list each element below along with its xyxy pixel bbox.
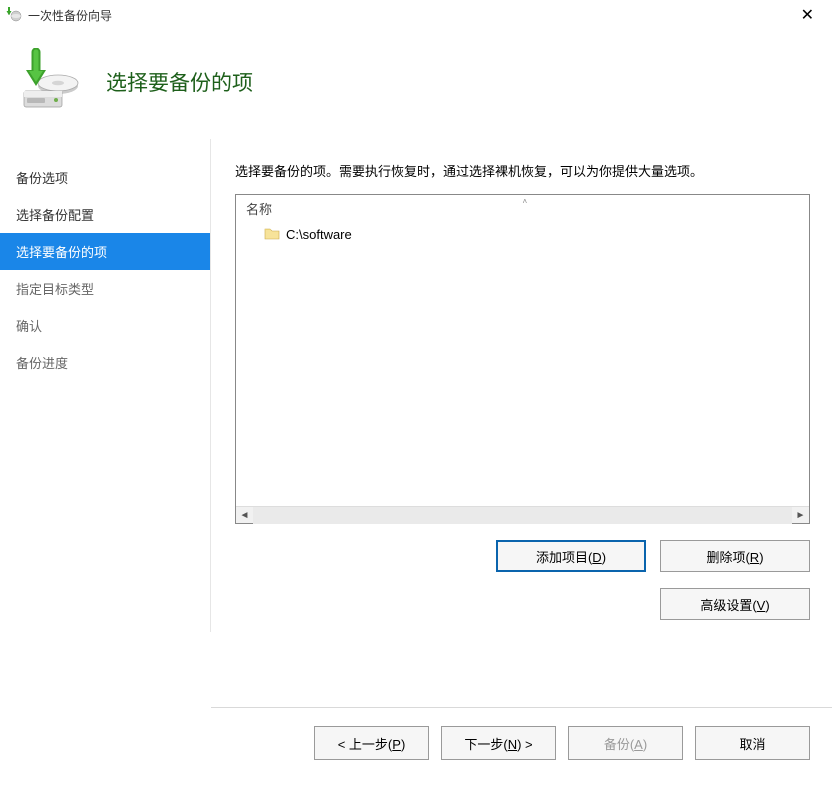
items-listbox[interactable]: 名称 ˄ C:\software ◄ ►: [235, 194, 810, 524]
cancel-label: 取消: [739, 734, 765, 753]
next-label: 下一步(N) >: [464, 734, 532, 753]
folder-icon: [264, 226, 280, 243]
close-button[interactable]: ✕: [795, 5, 820, 25]
add-item-button[interactable]: 添加项目(D): [496, 540, 646, 572]
horizontal-scrollbar[interactable]: ◄ ►: [236, 506, 809, 523]
previous-label: < 上一步(P): [338, 734, 406, 753]
next-button[interactable]: 下一步(N) >: [441, 726, 556, 760]
wizard-footer: < 上一步(P) 下一步(N) > 备份(A) 取消: [211, 707, 832, 778]
step-select-items[interactable]: 选择要备份的项: [0, 233, 210, 270]
window-title: 一次性备份向导: [28, 7, 112, 24]
titlebar: 一次性备份向导 ✕: [0, 0, 832, 30]
previous-button[interactable]: < 上一步(P): [314, 726, 429, 760]
wizard-page-title: 选择要备份的项: [106, 67, 253, 97]
step-progress[interactable]: 备份进度: [0, 344, 210, 381]
scroll-track[interactable]: [253, 507, 792, 524]
step-select-config[interactable]: 选择备份配置: [0, 196, 210, 233]
remove-item-button[interactable]: 删除项(R): [660, 540, 810, 572]
list-item-path: C:\software: [286, 227, 352, 242]
listbox-body[interactable]: C:\software: [236, 222, 809, 506]
wizard-header-icon: [18, 48, 82, 115]
list-item[interactable]: C:\software: [236, 224, 809, 245]
backup-button: 备份(A): [568, 726, 683, 760]
remove-item-label: 删除项(R): [706, 547, 763, 566]
backup-label: 备份(A): [604, 734, 647, 753]
column-header-label: 名称: [246, 202, 272, 217]
cancel-button[interactable]: 取消: [695, 726, 810, 760]
scroll-left-arrow-icon[interactable]: ◄: [236, 507, 253, 524]
add-item-label: 添加项目(D): [536, 547, 606, 566]
advanced-settings-button[interactable]: 高级设置(V): [660, 588, 810, 620]
step-confirm[interactable]: 确认: [0, 307, 210, 344]
step-backup-options[interactable]: 备份选项: [0, 159, 210, 196]
step-target-type[interactable]: 指定目标类型: [0, 270, 210, 307]
wizard-steps-sidebar: 备份选项 选择备份配置 选择要备份的项 指定目标类型 确认 备份进度: [0, 139, 211, 632]
app-icon: [6, 6, 22, 25]
advanced-settings-label: 高级设置(V): [700, 595, 769, 614]
column-header-name[interactable]: 名称 ˄: [236, 195, 809, 222]
sort-indicator-icon: ˄: [523, 197, 528, 206]
wizard-header: 选择要备份的项: [0, 30, 832, 139]
scroll-right-arrow-icon[interactable]: ►: [792, 507, 809, 524]
instruction-text: 选择要备份的项。需要执行恢复时，通过选择裸机恢复，可以为你提供大量选项。: [235, 161, 810, 180]
